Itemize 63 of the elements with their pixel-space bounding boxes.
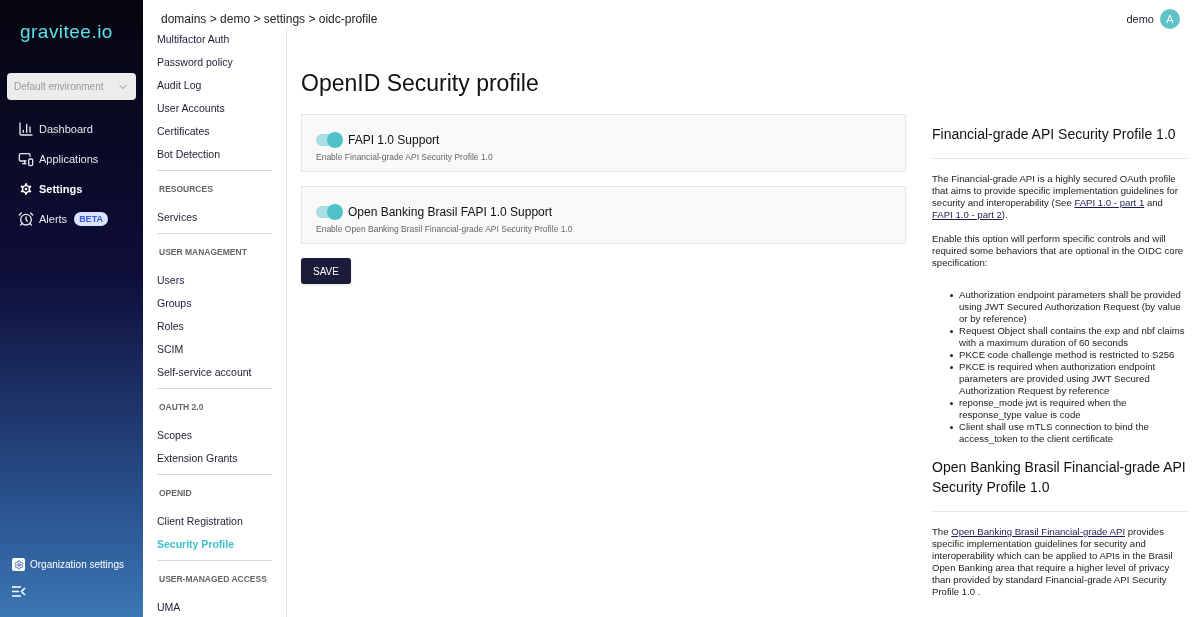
list-item: Authorization endpoint parameters shall be provided using JWT Secured Authorization Request (by value or by reference)	[959, 289, 1182, 325]
help-link[interactable]: FAPI 1.0 - part 1	[1074, 197, 1145, 208]
nav-item[interactable]: Alerts BETA	[18, 210, 143, 228]
section-heading: USER-MANAGED ACCESS	[158, 573, 267, 585]
list-item: PKCE code challenge method is restricted to S256	[959, 349, 1175, 361]
menu-item[interactable]: Bot Detection	[157, 143, 272, 166]
menu-item[interactable]: Extension Grants	[157, 447, 272, 470]
option-label: FAPI 1.0 Support	[348, 132, 440, 149]
menu-item[interactable]: Client Registration	[157, 510, 272, 533]
logo: gravitee.io	[20, 22, 114, 41]
menu-item[interactable]: SCIM	[157, 338, 272, 361]
list-item: reponse_mode jwt is required when the response_type value is code	[959, 397, 1128, 421]
beta-badge: BETA	[74, 212, 108, 226]
settings-icon	[12, 558, 25, 571]
menu-item[interactable]: Audit Log	[157, 74, 272, 97]
breadcrumb: domains > demo > settings > oidc-profile	[161, 11, 378, 28]
menu-item[interactable]: Users	[157, 269, 272, 292]
collapse-menu-icon[interactable]	[12, 586, 26, 597]
list-item: Client shall use mTLS connection to bind the access_token to the client certificate	[959, 421, 1150, 445]
organization-settings-link[interactable]: Organization settings	[12, 557, 143, 572]
menu-item[interactable]: Certificates	[157, 120, 272, 143]
help-paragraph: The Open Banking Brasil Financial-grade API provides specific implementation guidelines for security and interoperability which can be applied to APIs in the Brasil Open Banking area that require a higher level of privacy than provided by standard Financial-grade API Security Profile 1.0 .	[932, 526, 1174, 598]
menu-item[interactable]: Multifactor Auth	[157, 28, 272, 51]
menu-item[interactable]: Self-service account	[157, 361, 272, 384]
settings-icon	[18, 181, 34, 197]
toggle-switch[interactable]	[316, 134, 342, 146]
bullet-icon	[950, 330, 953, 333]
menu-item[interactable]: Roles	[157, 315, 272, 338]
option-description: Enable Financial-grade API Security Profile 1.0	[316, 151, 494, 164]
help-heading: Open Banking Brasil Financial-grade API Security Profile 1.0	[932, 457, 1188, 512]
bullet-icon	[950, 426, 953, 429]
section-heading: OAUTH 2.0	[158, 401, 204, 413]
user-name: demo	[1126, 11, 1154, 27]
menu-item[interactable]: UMA	[157, 596, 272, 617]
nav-item[interactable]: Dashboard	[18, 120, 143, 138]
help-link[interactable]: FAPI 1.0 - part 2	[932, 209, 1002, 220]
menu-item[interactable]: Scopes	[157, 424, 272, 447]
help-link[interactable]: Open Banking Brasil Financial-grade API	[951, 526, 1126, 537]
section-heading: USER MANAGEMENT	[158, 246, 247, 258]
save-button[interactable]: SAVE	[301, 258, 351, 284]
help-paragraph: Enable this option will perform specific controls and will required some behaviors that are optional in the OIDC core specification:	[932, 233, 1185, 269]
menu-item[interactable]: Services	[157, 206, 272, 229]
bullet-icon	[950, 366, 953, 369]
page-title: OpenID Security profile	[301, 69, 540, 98]
nav-item[interactable]: Applications	[18, 150, 143, 168]
alarm-clock-icon	[18, 211, 34, 227]
section-heading: RESOURCES	[158, 183, 213, 195]
bar-chart-icon	[18, 121, 34, 137]
bullet-icon	[950, 402, 953, 405]
menu-item[interactable]: User Accounts	[157, 97, 272, 120]
nav-item[interactable]: Settings	[18, 180, 143, 198]
list-item: Request Object shall contains the exp and nbf claims with a maximum duration of 60 seconds	[959, 325, 1186, 349]
toggle-switch[interactable]	[316, 206, 342, 218]
menu-item[interactable]: Groups	[157, 292, 272, 315]
option-description: Enable Open Banking Brasil Financial-grade API Security Profile 1.0	[316, 223, 574, 236]
devices-icon	[18, 151, 34, 167]
menu-item[interactable]: Password policy	[157, 51, 272, 74]
help-heading: Financial-grade API Security Profile 1.0	[932, 124, 1188, 159]
bullet-icon	[950, 294, 953, 297]
help-paragraph: The Financial-grade API is a highly secured OAuth profile that aims to provide specific implementation guidelines for security and interoperability (See FAPI 1.0 - part 1 and FAPI 1.0 - part 2).	[932, 173, 1179, 221]
option-label: Open Banking Brasil FAPI 1.0 Support	[348, 204, 553, 221]
bullet-icon	[950, 354, 953, 357]
section-heading: OPENID	[158, 487, 192, 499]
